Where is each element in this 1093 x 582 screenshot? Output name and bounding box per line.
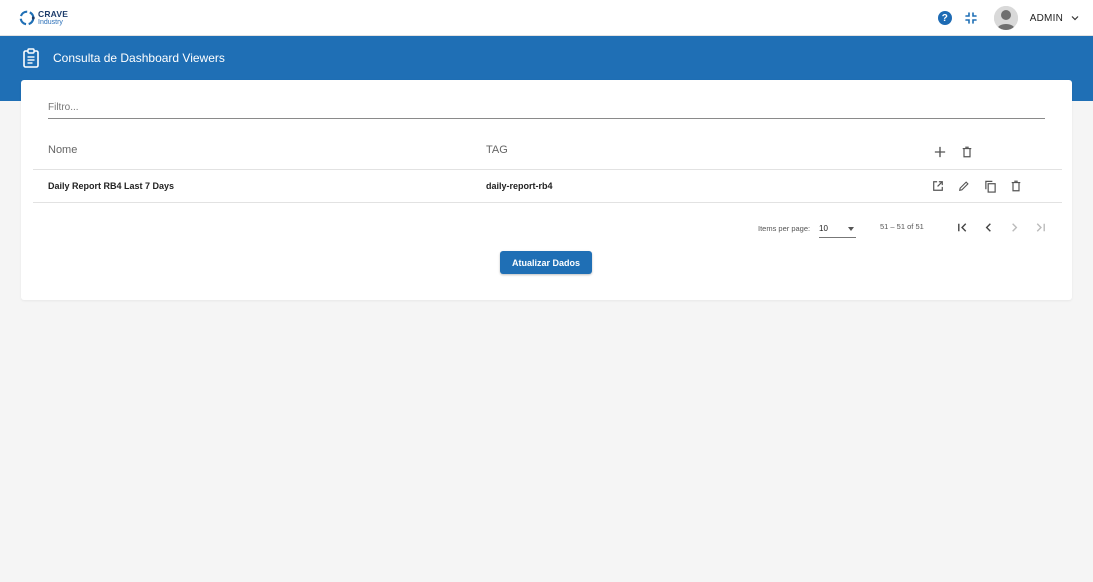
dropdown-arrow-icon — [848, 227, 854, 231]
paginator: Items per page: 10 51 – 51 of 51 — [33, 214, 1062, 242]
add-icon — [934, 146, 946, 158]
collapse-arrows-icon[interactable] — [964, 11, 978, 25]
items-per-page-label: Items per page: — [758, 224, 811, 233]
help-circle-icon[interactable]: ? — [937, 11, 952, 25]
delete-button[interactable] — [1008, 178, 1024, 194]
items-per-page-select[interactable]: 10 — [819, 218, 856, 238]
cell-tag: daily-report-rb4 — [486, 181, 553, 191]
table-header: Nome TAG — [33, 134, 1062, 170]
first-page-button[interactable] — [954, 219, 970, 235]
page-title: Consulta de Dashboard Viewers — [53, 51, 225, 65]
previous-page-button[interactable] — [980, 219, 996, 235]
open-button[interactable] — [930, 178, 946, 194]
top-bar: CRAVE Industry ? ADMIN — [0, 0, 1093, 36]
row-actions — [930, 178, 1034, 194]
chevron-down-icon[interactable] — [1071, 14, 1079, 22]
table-row[interactable]: Daily Report RB4 Last 7 Days daily-repor… — [33, 170, 1062, 203]
clipboard-icon — [23, 48, 39, 68]
copy-button[interactable] — [982, 178, 998, 194]
copy-icon — [984, 180, 996, 193]
last-page-icon — [1036, 222, 1045, 232]
page-header: Consulta de Dashboard Viewers — [22, 48, 225, 68]
cell-nome: Daily Report RB4 Last 7 Days — [48, 181, 175, 191]
add-button[interactable] — [932, 144, 948, 160]
logo-brand-name: CRAVE — [38, 8, 69, 19]
crave-logo[interactable]: CRAVE Industry — [18, 8, 68, 28]
column-header-nome[interactable]: Nome — [48, 144, 77, 156]
user-name[interactable]: ADMIN — [1030, 13, 1063, 24]
delete-all-button[interactable] — [959, 144, 975, 160]
items-per-page-value: 10 — [819, 224, 828, 233]
delete-icon — [962, 146, 972, 158]
content-card: Nome TAG Daily Report RB4 Last 7 Days da… — [21, 80, 1072, 300]
range-label: 51 – 51 of 51 — [880, 222, 924, 231]
refresh-data-button[interactable]: Atualizar Dados — [500, 251, 592, 274]
logo-brand-subtitle: Industry — [38, 18, 63, 26]
edit-icon — [959, 181, 969, 191]
user-avatar-icon — [993, 6, 1018, 30]
delete-icon — [1011, 180, 1021, 192]
pager-buttons — [954, 219, 1058, 235]
last-page-button[interactable] — [1032, 219, 1048, 235]
first-page-icon — [957, 222, 966, 232]
next-page-button[interactable] — [1006, 219, 1022, 235]
header-actions — [932, 144, 986, 160]
chevron-left-icon — [985, 222, 991, 232]
open-in-new-icon — [933, 181, 943, 191]
topbar-actions: ? ADMIN — [937, 4, 1079, 32]
crave-logo-icon — [19, 10, 35, 26]
edit-button[interactable] — [956, 178, 972, 194]
column-header-tag[interactable]: TAG — [486, 144, 508, 156]
chevron-right-icon — [1011, 222, 1017, 232]
filter-input[interactable] — [48, 96, 1045, 119]
avatar[interactable] — [993, 6, 1018, 30]
